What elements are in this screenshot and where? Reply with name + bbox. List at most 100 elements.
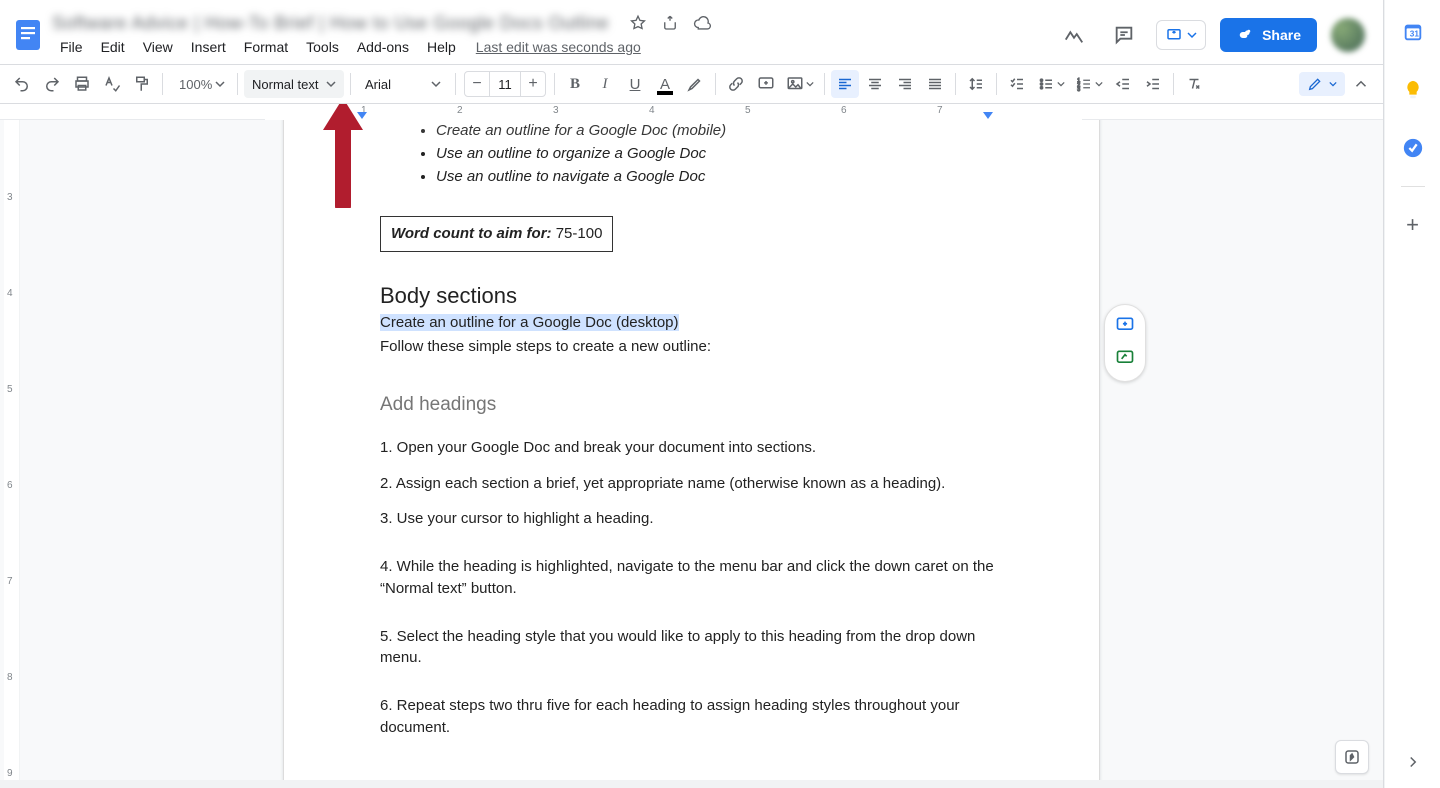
insert-image-button[interactable] [782, 70, 818, 98]
print-button[interactable] [68, 70, 96, 98]
zoom-value: 100% [179, 77, 212, 92]
vruler-label: 3 [7, 192, 13, 203]
last-edit-link[interactable]: Last edit was seconds ago [476, 39, 641, 55]
document-title[interactable]: Software Advice | How-To Brief | How to … [52, 13, 609, 34]
list-item: Use an outline to navigate a Google Doc [436, 166, 1003, 188]
menu-file[interactable]: File [52, 37, 91, 57]
horizontal-scrollbar[interactable] [0, 780, 1383, 788]
align-left-button[interactable] [831, 70, 859, 98]
add-comment-icon[interactable] [1115, 315, 1135, 338]
document-page[interactable]: Create an outline for a Google Doc (mobi… [283, 120, 1100, 788]
calendar-addon-icon[interactable]: 31 [1393, 12, 1433, 52]
tasks-addon-icon[interactable] [1393, 128, 1433, 168]
comments-icon[interactable] [1106, 17, 1142, 53]
explore-button[interactable] [1335, 740, 1369, 774]
share-label: Share [1262, 27, 1301, 43]
share-button[interactable]: Share [1220, 18, 1317, 52]
word-count-label: Word count to aim for: [391, 225, 552, 242]
zoom-combo[interactable]: 100% [169, 77, 231, 92]
chevron-down-icon [215, 79, 225, 89]
clear-formatting-button[interactable] [1180, 70, 1208, 98]
insert-link-button[interactable] [722, 70, 750, 98]
step-item: 2. Assign each section a brief, yet appr… [380, 473, 1003, 495]
paint-format-button[interactable] [128, 70, 156, 98]
menu-view[interactable]: View [135, 37, 181, 57]
list-item: Use an outline to organize a Google Doc [436, 143, 1003, 165]
spellcheck-button[interactable] [98, 70, 126, 98]
menu-bar: File Edit View Insert Format Tools Add-o… [52, 36, 1056, 58]
font-combo[interactable]: Arial [357, 70, 449, 98]
account-avatar[interactable] [1331, 18, 1365, 52]
move-icon[interactable] [661, 14, 679, 32]
toolbar: 100% Normal text Styles Arial − 11 + B I… [0, 64, 1383, 104]
line-spacing-button[interactable] [962, 70, 990, 98]
suggest-edit-icon[interactable] [1115, 348, 1135, 371]
menu-format[interactable]: Format [236, 37, 296, 57]
undo-button[interactable] [8, 70, 36, 98]
bulleted-list-button[interactable] [1033, 70, 1069, 98]
chevron-down-icon [806, 75, 814, 93]
ruler-label: 6 [841, 105, 847, 116]
font-size-value[interactable]: 11 [489, 72, 521, 96]
vertical-ruler[interactable]: 3 4 5 6 7 8 9 [4, 120, 20, 788]
present-button[interactable] [1156, 20, 1206, 50]
title-bar: Software Advice | How-To Brief | How to … [0, 0, 1383, 64]
increase-indent-button[interactable] [1139, 70, 1167, 98]
menu-help[interactable]: Help [419, 37, 464, 57]
align-right-button[interactable] [891, 70, 919, 98]
step-item: 5. Select the heading style that you wou… [380, 626, 1003, 670]
chevron-down-icon [1187, 28, 1197, 43]
docs-logo-icon[interactable] [8, 15, 48, 55]
highlight-color-button[interactable] [681, 70, 709, 98]
checklist-button[interactable] [1003, 70, 1031, 98]
svg-text:3: 3 [1077, 87, 1080, 93]
left-indent-marker[interactable] [357, 112, 367, 119]
add-addons-button[interactable]: + [1393, 205, 1433, 245]
increase-font-button[interactable]: + [521, 75, 545, 93]
menu-edit[interactable]: Edit [93, 37, 133, 57]
decrease-font-button[interactable]: − [465, 75, 489, 93]
collapse-toolbar-button[interactable] [1347, 70, 1375, 98]
styles-combo[interactable]: Normal text Styles [244, 70, 344, 98]
vruler-label: 9 [7, 768, 13, 779]
redo-button[interactable] [38, 70, 66, 98]
list-item: Create an outline for a Google Doc (mobi… [436, 120, 1003, 142]
document-surface[interactable]: 1 2 3 4 5 6 7 3 4 5 6 7 8 9 Create an ou… [0, 104, 1383, 788]
horizontal-ruler[interactable]: 1 2 3 4 5 6 7 [0, 104, 1383, 120]
chevron-down-icon [1095, 75, 1103, 93]
menu-tools[interactable]: Tools [298, 37, 347, 57]
step-item: 4. While the heading is highlighted, nav… [380, 556, 1003, 600]
menu-insert[interactable]: Insert [183, 37, 234, 57]
ruler-label: 7 [937, 105, 943, 116]
menu-addons[interactable]: Add-ons [349, 37, 417, 57]
underline-button[interactable]: U [621, 70, 649, 98]
align-justify-button[interactable] [921, 70, 949, 98]
italic-button[interactable]: I [591, 70, 619, 98]
comment-dock [1104, 304, 1146, 382]
vruler-label: 4 [7, 288, 13, 299]
text-color-button[interactable]: A [651, 70, 679, 98]
cloud-status-icon[interactable] [693, 14, 711, 32]
bold-button[interactable]: B [561, 70, 589, 98]
step-item: 1. Open your Google Doc and break your d… [380, 437, 1003, 459]
word-count-value: 75-100 [556, 225, 603, 242]
styles-value: Normal text [252, 77, 318, 92]
step-item: 6. Repeat steps two thru five for each h… [380, 695, 1003, 739]
insert-comment-button[interactable] [752, 70, 780, 98]
editing-mode-button[interactable] [1299, 72, 1345, 96]
decrease-indent-button[interactable] [1109, 70, 1137, 98]
vruler-label: 8 [7, 672, 13, 683]
ruler-label: 4 [649, 105, 655, 116]
hide-side-panel-button[interactable] [1404, 753, 1422, 774]
right-indent-marker[interactable] [983, 112, 993, 119]
font-size-stepper[interactable]: − 11 + [464, 71, 546, 97]
numbered-list-button[interactable]: 123 [1071, 70, 1107, 98]
star-icon[interactable] [629, 14, 647, 32]
activity-icon[interactable] [1056, 17, 1092, 53]
align-center-button[interactable] [861, 70, 889, 98]
svg-text:31: 31 [1409, 30, 1419, 39]
ruler-label: 2 [457, 105, 463, 116]
keep-addon-icon[interactable] [1393, 70, 1433, 110]
vruler-label: 7 [7, 576, 13, 587]
highlighted-subheading: Create an outline for a Google Doc (desk… [380, 314, 679, 331]
